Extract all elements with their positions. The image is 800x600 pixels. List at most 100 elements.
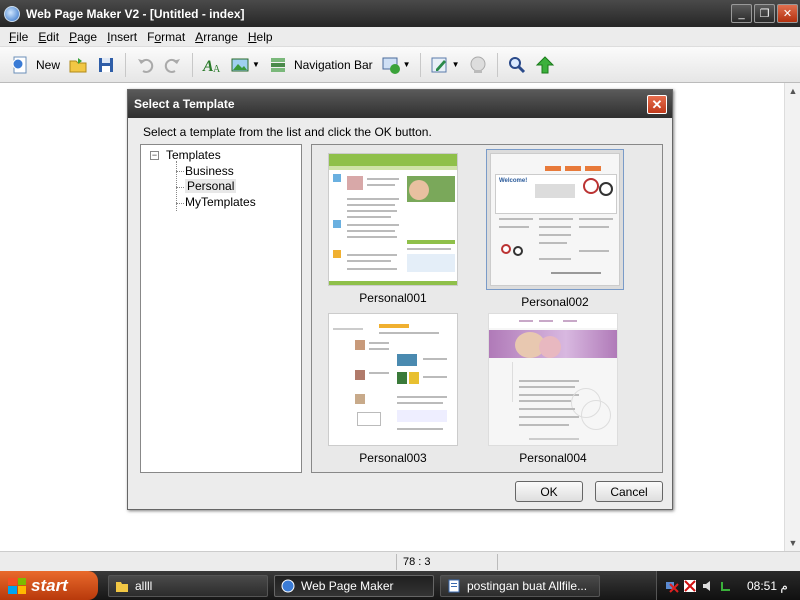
window-titlebar: Web Page Maker V2 - [Untitled - index] _… [0,0,800,27]
dropdown-arrow-icon[interactable]: ▼ [403,60,411,69]
navigation-bar-icon [268,55,288,75]
scroll-down-icon[interactable]: ▼ [785,535,800,551]
tree-item-business[interactable]: Business [185,164,234,178]
start-label: start [31,575,68,595]
template-personal003[interactable]: Personal003 [327,313,459,465]
vertical-scrollbar[interactable]: ▲ ▼ [784,83,800,551]
save-icon [96,55,116,75]
template-personal001[interactable]: Personal001 [327,153,459,305]
speaker-icon[interactable] [701,579,715,593]
dialog-titlebar: Select a Template ✕ [128,90,672,118]
taskbar-item-postingan[interactable]: postingan buat Allfile... [440,574,600,597]
document-icon [447,579,461,593]
minimize-button[interactable]: _ [731,4,752,23]
menu-page[interactable]: Page [64,30,102,44]
update-icon[interactable] [719,579,733,593]
dropdown-arrow-icon[interactable]: ▼ [252,60,260,69]
taskbar-item-label: Web Page Maker [301,578,394,593]
toolbar-separator [419,52,421,77]
publish-button[interactable] [531,51,559,79]
taskbar-item-web-page-maker[interactable]: Web Page Maker [274,574,434,597]
menu-arrange[interactable]: Arrange [190,30,243,44]
new-button[interactable]: New [6,51,64,79]
template-thumbnail [488,313,618,446]
template-name: Personal002 [521,295,589,309]
magnifier-icon [507,55,527,75]
app-icon [281,579,295,593]
dialog-close-button[interactable]: ✕ [647,95,667,114]
scroll-up-icon[interactable]: ▲ [785,83,800,99]
network-icon[interactable] [665,579,679,593]
system-tray: 08:51 م [656,571,800,600]
template-gallery: Personal001 Welcome! Personal002 Persona… [311,144,663,473]
clock: 08:51 م [747,578,788,593]
new-label: New [36,57,61,72]
dialog-instruction: Select a template from the list and clic… [143,125,432,139]
insert-text-button[interactable]: AA [198,51,226,79]
edit-html-button[interactable]: ▼ [426,51,464,79]
open-button[interactable] [64,51,92,79]
menu-bar: File Edit Page Insert Format Arrange Hel… [0,27,800,47]
template-thumbnail: Welcome! [490,153,620,286]
cancel-button[interactable]: Cancel [595,481,663,502]
window-title: Web Page Maker V2 - [Untitled - index] [26,6,245,21]
image-icon [230,55,250,75]
template-name: Personal001 [359,291,427,305]
folder-icon [115,579,129,593]
menu-format[interactable]: Format [142,30,190,44]
dropdown-arrow-icon[interactable]: ▼ [452,60,460,69]
undo-icon [135,55,155,75]
windows-logo-icon [8,577,26,594]
menu-edit[interactable]: Edit [33,30,64,44]
thumb-welcome-text: Welcome! [499,178,528,184]
taskbar: start allll Web Page Maker postingan bua… [0,571,800,600]
insert-form-button[interactable]: ▼ [377,51,415,79]
redo-button[interactable] [159,51,187,79]
tree-connector [176,187,184,188]
tree-item-mytemplates[interactable]: MyTemplates [185,195,256,209]
tree-connector [176,171,184,172]
menu-help[interactable]: Help [243,30,278,44]
template-name: Personal004 [519,451,587,465]
preview-button[interactable] [464,51,492,79]
template-personal004[interactable]: Personal004 [487,313,619,465]
template-thumbnail [328,313,458,446]
collapse-icon[interactable]: − [150,151,159,160]
save-button[interactable] [92,51,120,79]
new-page-icon [10,55,30,75]
menu-insert[interactable]: Insert [102,30,142,44]
svg-text:A: A [213,64,221,75]
tree-root-templates[interactable]: Templates [166,148,221,162]
taskbar-item-allll[interactable]: allll [108,574,268,597]
menu-file[interactable]: File [4,30,33,44]
close-window-button[interactable]: ✕ [777,4,798,23]
navigation-bar-button[interactable]: Navigation Bar [264,51,377,79]
globe-icon [468,55,488,75]
toolbar-separator [125,52,127,77]
template-tree[interactable]: − Templates Business Personal MyTemplate… [140,144,302,473]
restore-button[interactable]: ❐ [754,4,775,23]
up-arrow-icon [535,55,555,75]
undo-button[interactable] [131,51,159,79]
template-thumbnail [328,153,458,286]
zoom-button[interactable] [503,51,531,79]
toolbar-separator [496,52,498,77]
navigation-bar-label: Navigation Bar [293,57,373,72]
redo-icon [163,55,183,75]
app-icon [4,5,20,22]
pencil-icon [430,55,450,75]
tree-item-personal[interactable]: Personal [185,179,237,193]
insert-image-button[interactable]: ▼ [226,51,264,79]
form-icon [381,55,401,75]
clock-suffix: م [780,578,788,593]
tree-connector [176,203,184,204]
dialog-title: Select a Template [134,97,235,111]
ok-button[interactable]: OK [515,481,583,502]
select-template-dialog: Select a Template ✕ Select a template fr… [127,89,673,510]
security-alert-icon[interactable] [683,579,697,593]
start-button[interactable]: start [0,571,98,600]
taskbar-item-label: postingan buat Allfile... [467,578,588,593]
folder-icon [68,55,88,75]
template-personal002[interactable]: Welcome! Personal002 [486,149,624,309]
text-icon: AA [202,55,222,75]
